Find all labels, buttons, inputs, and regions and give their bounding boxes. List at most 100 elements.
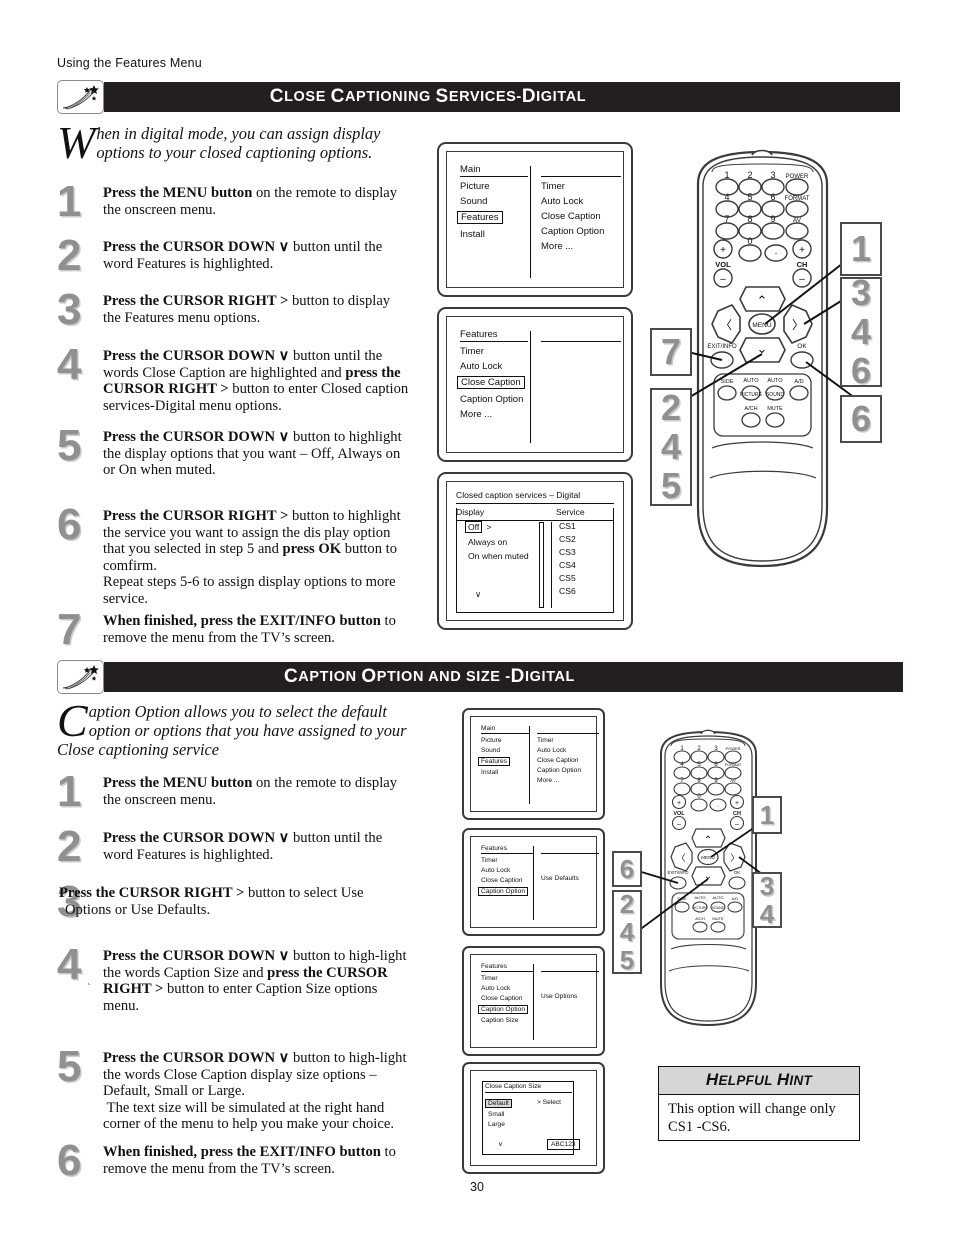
- section-banner-caption-option: C APTION O PTION AND SIZE - D IGITAL: [0, 660, 903, 694]
- osd-item: Timer: [460, 346, 484, 357]
- helpful-hint-body: This option will change only CS1 -CS6.: [668, 1101, 836, 1135]
- osd-item: Picture: [460, 181, 490, 192]
- step-1: 1 Press the MENU button on the remote to…: [57, 767, 407, 816]
- svg-text:AV: AV: [730, 778, 736, 783]
- callout-2-4-5: 2 4 5: [612, 890, 642, 974]
- osd-item: Close Caption: [541, 211, 601, 222]
- step-text: Press the CURSOR RIGHT > button to highl…: [103, 508, 401, 607]
- osd-item: Auto Lock: [541, 196, 584, 207]
- osd-item: More ...: [537, 777, 560, 784]
- shooting-star-icon: [57, 80, 104, 114]
- svg-text:MUTE: MUTE: [712, 916, 724, 921]
- svg-text:A/CH: A/CH: [695, 916, 705, 921]
- osd-select-label: > Select: [537, 1099, 562, 1106]
- svg-text:OK: OK: [734, 870, 741, 875]
- svg-text:+: +: [677, 800, 681, 807]
- step-2: 2 Press the CURSOR DOWN ∨ button until t…: [57, 231, 412, 280]
- svg-text:–: –: [799, 274, 805, 285]
- osd-right-arrow: >: [486, 522, 492, 532]
- osd-item-selected: Caption Option: [478, 1005, 528, 1014]
- svg-text:SOUND: SOUND: [766, 392, 784, 398]
- step-3: 3 Press the CURSOR RIGHT > button to sel…: [57, 880, 412, 924]
- section-title-close-captioning: C LOSE C APTIONING S ERVICES- D IGITAL: [269, 86, 587, 107]
- svg-text:AUTO: AUTO: [694, 895, 705, 900]
- osd-down-arrow: ∨: [498, 1141, 503, 1148]
- step-number: 2: [57, 231, 82, 280]
- step-number: 1: [57, 767, 82, 816]
- osd-screen-features-menu: Features Timer Auto Lock Close Caption C…: [437, 307, 633, 462]
- osd-sample-text: ABC123: [547, 1139, 580, 1150]
- svg-text:〈: 〈: [676, 853, 685, 863]
- callout-2-4-5: 2 4 5: [650, 388, 692, 506]
- intro-dropcap: C: [57, 695, 88, 746]
- osd-item: Sound: [481, 747, 501, 754]
- helpful-hint-box: HELPFUL HINT This option will change onl…: [658, 1066, 860, 1141]
- svg-text:+: +: [735, 800, 739, 807]
- osd-screen-caption-option-defaults: Features Timer Auto Lock Close Caption C…: [462, 828, 605, 936]
- intro-paragraph-caption-option: Caption Option allows you to select the …: [57, 695, 417, 760]
- callout-7: 7: [650, 328, 692, 376]
- osd-screen-cc-services-digital: Closed caption services – Digital Displa…: [437, 472, 633, 630]
- osd-item: Caption Option: [460, 394, 524, 405]
- osd-service: CS4: [559, 560, 576, 570]
- osd-service: CS1: [559, 521, 576, 531]
- osd-screen-close-caption-size: Close Caption Size Default Small Large ∨…: [462, 1062, 605, 1174]
- svg-text:A/D: A/D: [732, 896, 739, 901]
- svg-text:SOUND: SOUND: [712, 906, 725, 910]
- running-head: Using the Features Menu: [57, 56, 202, 70]
- svg-text:VOL: VOL: [673, 811, 685, 817]
- callout-1: 1: [752, 796, 782, 834]
- svg-text:AUTO: AUTO: [743, 378, 759, 384]
- osd-item: More ...: [460, 409, 493, 420]
- svg-text:FORMAT: FORMAT: [785, 196, 810, 202]
- svg-text:〈: 〈: [720, 318, 732, 332]
- svg-text:MUTE: MUTE: [767, 406, 783, 412]
- osd-service: CS3: [559, 547, 576, 557]
- svg-text:–: –: [720, 274, 726, 285]
- remote-control-top: 1 2 3 POWER 4 5 6 FORMAT 7 8 9 AV 0 · + …: [670, 148, 855, 573]
- svg-text:AV: AV: [793, 217, 802, 224]
- osd-left-header: Main: [460, 164, 528, 177]
- svg-text:A/D: A/D: [794, 379, 803, 385]
- svg-text:2: 2: [747, 170, 752, 180]
- osd-right-value: Use Defaults: [541, 875, 579, 882]
- osd-title: Closed caption services – Digital: [456, 490, 614, 504]
- svg-text:FORMAT: FORMAT: [725, 762, 742, 767]
- step-5: 5 Press the CURSOR DOWN ∨ button to high…: [57, 1042, 417, 1133]
- helpful-hint-title: HELPFUL HINT: [659, 1067, 859, 1095]
- osd-item: Timer: [541, 181, 565, 192]
- step-number: 5: [57, 1042, 82, 1091]
- step-text: Press the CURSOR DOWN ∨ button to high-l…: [103, 948, 407, 1014]
- step-number: 6: [57, 500, 82, 549]
- svg-text:VOL: VOL: [715, 260, 731, 269]
- svg-text:AUTO: AUTO: [712, 895, 723, 900]
- osd-service: CS2: [559, 534, 576, 544]
- svg-text:⌄: ⌄: [757, 341, 768, 356]
- intro-paragraph-close-captioning: When in digital mode, you can assign dis…: [57, 120, 412, 166]
- osd-item: Small: [488, 1111, 505, 1118]
- svg-text:0: 0: [747, 236, 752, 246]
- svg-text:9: 9: [770, 214, 775, 224]
- osd-item: Timer: [481, 975, 498, 982]
- step-text: Press the CURSOR DOWN ∨ button to high-l…: [103, 1050, 407, 1133]
- svg-text:4: 4: [724, 192, 729, 202]
- step-number: 2: [57, 822, 82, 871]
- step-6: 6 Press the CURSOR RIGHT > button to hig…: [57, 500, 412, 608]
- osd-item: On when muted: [468, 551, 529, 561]
- osd-item: Caption Option: [537, 767, 581, 774]
- osd-item-selected: Features: [457, 211, 503, 224]
- svg-text:A/CH: A/CH: [744, 406, 757, 412]
- stray-tick-mark: `: [87, 982, 91, 994]
- osd-item: Picture: [481, 737, 502, 744]
- svg-text:POWER: POWER: [725, 746, 740, 751]
- osd-item: Auto Lock: [537, 747, 567, 754]
- osd-item: Timer: [481, 857, 498, 864]
- svg-text:〉: 〉: [792, 318, 804, 332]
- svg-text:OK: OK: [797, 343, 807, 350]
- svg-text:PICTURE: PICTURE: [740, 392, 763, 398]
- step-text: Press the CURSOR RIGHT > button to displ…: [103, 293, 391, 326]
- step-1: 1 Press the MENU button on the remote to…: [57, 180, 407, 224]
- svg-text:SIDE: SIDE: [721, 379, 734, 385]
- osd-left-header: Features: [460, 329, 528, 342]
- svg-text:·: ·: [717, 803, 719, 810]
